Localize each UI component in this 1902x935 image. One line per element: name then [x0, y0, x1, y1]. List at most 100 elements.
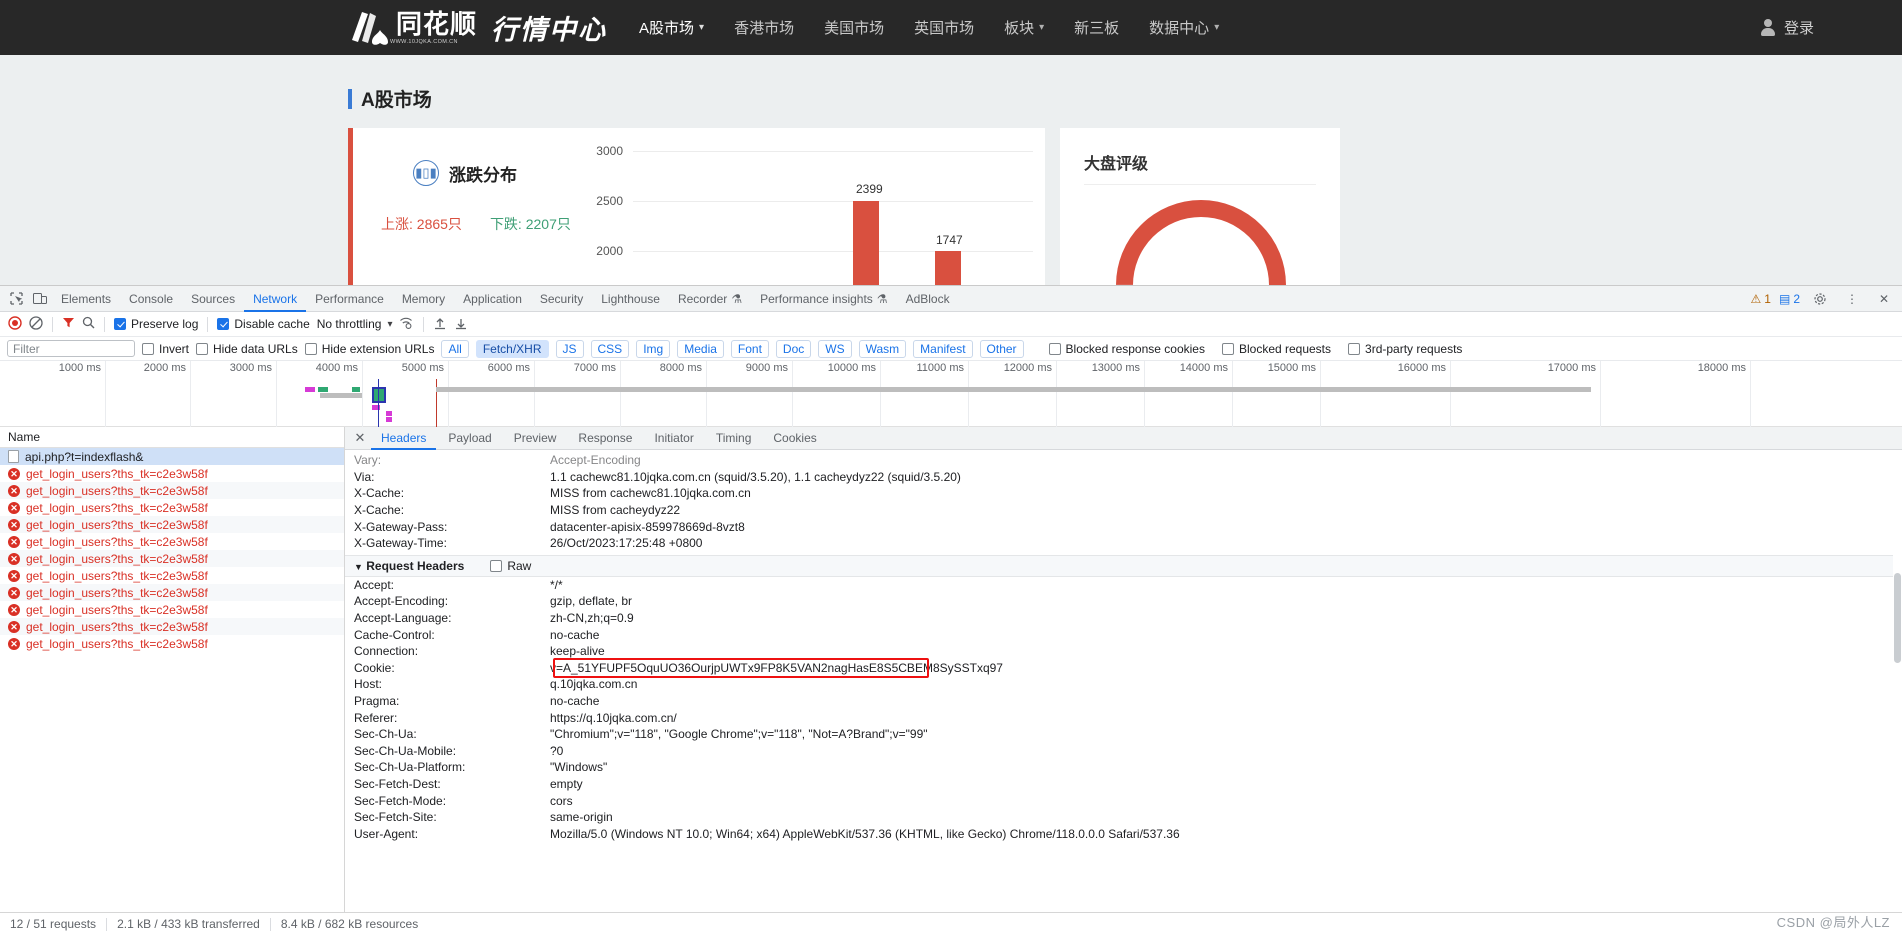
- request-row[interactable]: ✕ get_login_users?ths_tk=c2e3w58f: [0, 465, 344, 482]
- toggle-device-toolbar-icon[interactable]: [28, 288, 52, 310]
- request-list-header[interactable]: Name: [0, 427, 344, 448]
- close-devtools-icon[interactable]: ✕: [1872, 288, 1896, 310]
- tick-line: [1144, 361, 1145, 427]
- type-chip-img[interactable]: Img: [636, 339, 671, 358]
- request-row[interactable]: ✕ get_login_users?ths_tk=c2e3w58f: [0, 499, 344, 516]
- detail-tab-cookies[interactable]: Cookies: [763, 427, 826, 450]
- detail-tab-headers[interactable]: Headers: [371, 427, 436, 450]
- header-row: Sec-Fetch-Site: same-origin: [345, 809, 1902, 826]
- request-row[interactable]: ✕ get_login_users?ths_tk=c2e3w58f: [0, 584, 344, 601]
- type-chip-other[interactable]: Other: [979, 339, 1024, 358]
- filter-input[interactable]: [7, 340, 135, 357]
- settings-gear-icon[interactable]: [1808, 288, 1832, 310]
- detail-tab-timing[interactable]: Timing: [706, 427, 762, 450]
- invert-checkbox[interactable]: Invert: [142, 342, 189, 356]
- site-logo[interactable]: 同花顺 WWW.10JQKA.COM.CN 行情中心: [348, 8, 607, 47]
- import-har-icon[interactable]: [433, 316, 447, 333]
- type-chip-media[interactable]: Media: [677, 339, 724, 358]
- nav-item-sector[interactable]: 板块 ▾: [1004, 17, 1044, 38]
- preserve-log-checkbox[interactable]: Preserve log: [114, 317, 198, 331]
- clear-button[interactable]: [29, 315, 43, 333]
- export-har-icon[interactable]: [454, 316, 468, 333]
- raw-checkbox[interactable]: Raw: [490, 559, 531, 573]
- nav-item-uk[interactable]: 英国市场: [914, 17, 974, 38]
- request-row[interactable]: ✕ get_login_users?ths_tk=c2e3w58f: [0, 482, 344, 499]
- third-party-requests-checkbox[interactable]: 3rd-party requests: [1348, 342, 1462, 356]
- blocked-requests-checkbox[interactable]: Blocked requests: [1221, 342, 1331, 356]
- detail-tab-initiator[interactable]: Initiator: [644, 427, 703, 450]
- type-chip-all[interactable]: All: [441, 339, 469, 358]
- detail-scrollbar[interactable]: [1893, 453, 1902, 913]
- detail-tab-preview[interactable]: Preview: [504, 427, 567, 450]
- scrollbar-thumb[interactable]: [1894, 573, 1901, 663]
- hide-data-urls-checkbox[interactable]: Hide data URLs: [196, 342, 298, 356]
- error-icon: ✕: [8, 620, 20, 633]
- blocked-response-cookies-checkbox[interactable]: Blocked response cookies: [1048, 342, 1205, 356]
- more-options-icon[interactable]: ⋮: [1840, 288, 1864, 310]
- tab-performance[interactable]: Performance: [306, 286, 393, 312]
- request-row[interactable]: ✕ get_login_users?ths_tk=c2e3w58f: [0, 618, 344, 635]
- header-value: same-origin: [550, 810, 613, 825]
- tick-label: 17000 ms: [1547, 362, 1596, 374]
- headers-list: Vary: Accept-Encoding Via: 1.1 cachewc81…: [345, 450, 1902, 842]
- tab-security[interactable]: Security: [531, 286, 592, 312]
- tick-line: [534, 361, 535, 427]
- nav-item-a-stock[interactable]: A股市场 ▾: [639, 17, 704, 38]
- search-icon[interactable]: [82, 316, 95, 332]
- nav-item-hk[interactable]: 香港市场: [734, 17, 794, 38]
- request-row[interactable]: ✕ get_login_users?ths_tk=c2e3w58f: [0, 516, 344, 533]
- disable-cache-checkbox[interactable]: Disable cache: [217, 317, 310, 331]
- type-chip-manifest[interactable]: Manifest: [913, 339, 973, 358]
- request-row[interactable]: ✕ get_login_users?ths_tk=c2e3w58f: [0, 533, 344, 550]
- network-conditions-icon[interactable]: [399, 316, 414, 332]
- header-value: https://q.10jqka.com.cn/: [550, 710, 677, 725]
- type-chip-wasm[interactable]: Wasm: [858, 339, 907, 358]
- type-chip-doc[interactable]: Doc: [775, 339, 812, 358]
- type-chip-ws[interactable]: WS: [818, 339, 852, 358]
- request-row[interactable]: ✕ get_login_users?ths_tk=c2e3w58f: [0, 635, 344, 652]
- hide-extension-urls-checkbox[interactable]: Hide extension URLs: [304, 342, 434, 356]
- tab-console[interactable]: Console: [120, 286, 182, 312]
- throttling-select[interactable]: No throttling ▾: [317, 317, 393, 331]
- tab-lighthouse[interactable]: Lighthouse: [592, 286, 669, 312]
- header-key: Sec-Ch-Ua-Platform:: [354, 760, 466, 775]
- header-row: X-Gateway-Time: 26/Oct/2023:17:25:48 +08…: [345, 535, 1902, 552]
- inspect-element-icon[interactable]: [4, 288, 28, 310]
- close-detail-icon[interactable]: ✕: [351, 430, 369, 446]
- tab-adblock[interactable]: AdBlock: [897, 286, 959, 312]
- tab-label: Network: [253, 291, 298, 306]
- request-row-selected[interactable]: api.php?t=indexflash&: [0, 448, 344, 465]
- detail-tab-response[interactable]: Response: [568, 427, 642, 450]
- warning-count: 1: [1764, 292, 1771, 306]
- type-chip-js[interactable]: JS: [555, 339, 584, 358]
- nav-item-data-center[interactable]: 数据中心 ▾: [1149, 17, 1219, 38]
- record-button[interactable]: [8, 315, 22, 333]
- login-button[interactable]: 登录: [1760, 0, 1814, 55]
- warning-badge[interactable]: ⚠ 1: [1751, 292, 1771, 306]
- nav-item-us[interactable]: 美国市场: [824, 17, 884, 38]
- type-chip-font[interactable]: Font: [730, 339, 769, 358]
- tab-performance-insights[interactable]: Performance insights ⚗: [751, 286, 896, 312]
- type-chip-css[interactable]: CSS: [590, 339, 630, 358]
- tick-label: 18000 ms: [1697, 362, 1746, 374]
- gridline: [633, 251, 1033, 252]
- tab-elements[interactable]: Elements: [52, 286, 120, 312]
- type-chip-fetch-xhr[interactable]: Fetch/XHR: [475, 339, 549, 358]
- tab-network[interactable]: Network: [244, 286, 306, 312]
- nav-item-neeq[interactable]: 新三板: [1074, 17, 1119, 38]
- request-row[interactable]: ✕ get_login_users?ths_tk=c2e3w58f: [0, 601, 344, 618]
- tick-line: [448, 361, 449, 427]
- request-name: get_login_users?ths_tk=c2e3w58f: [26, 551, 208, 566]
- detail-tab-payload[interactable]: Payload: [438, 427, 501, 450]
- tab-memory[interactable]: Memory: [393, 286, 454, 312]
- header-key: Via:: [354, 469, 375, 484]
- tab-sources[interactable]: Sources: [182, 286, 244, 312]
- tab-application[interactable]: Application: [454, 286, 531, 312]
- filter-toggle-button[interactable]: [62, 316, 75, 332]
- request-row[interactable]: ✕ get_login_users?ths_tk=c2e3w58f: [0, 567, 344, 584]
- request-row[interactable]: ✕ get_login_users?ths_tk=c2e3w58f: [0, 550, 344, 567]
- tab-recorder[interactable]: Recorder ⚗: [669, 286, 751, 312]
- network-overview-timeline[interactable]: 1000 ms 2000 ms 3000 ms 4000 ms 5000 ms …: [0, 361, 1902, 427]
- request-headers-section[interactable]: ▼ Request Headers Raw: [345, 554, 1902, 577]
- info-badge[interactable]: ▤ 2: [1779, 292, 1800, 306]
